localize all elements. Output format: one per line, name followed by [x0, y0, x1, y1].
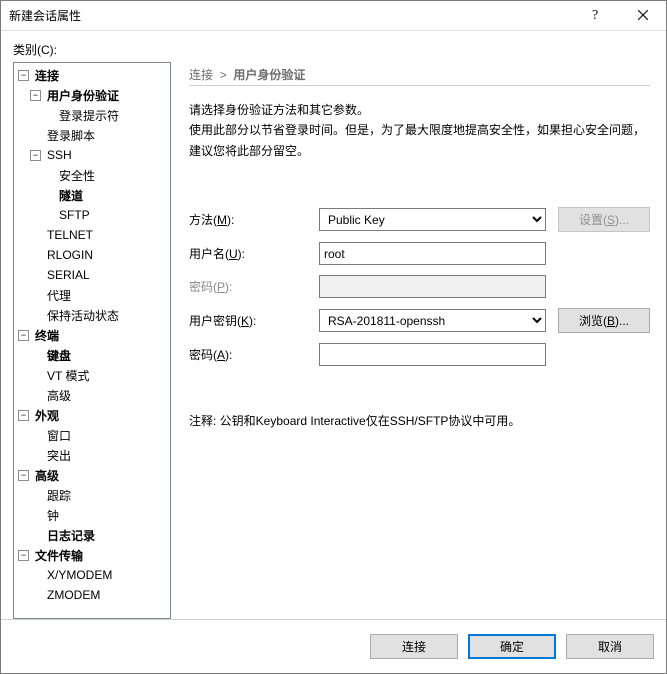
- userkey-label: 用户密钥(K):: [189, 312, 319, 329]
- tree-node-login-script[interactable]: 登录脚本: [28, 125, 170, 145]
- passphrase-label: 密码(A):: [189, 346, 319, 363]
- tree-node-highlight[interactable]: 突出: [28, 445, 170, 465]
- tree-node-serial[interactable]: SERIAL: [28, 265, 170, 285]
- tree-node-sftp[interactable]: SFTP: [40, 205, 170, 225]
- breadcrumb: 连接 > 用户身份验证: [189, 62, 650, 86]
- tree-node-terminal[interactable]: −终端: [16, 325, 170, 345]
- tree-node-telnet[interactable]: TELNET: [28, 225, 170, 245]
- browse-button[interactable]: 浏览(B)...: [558, 308, 650, 333]
- content-pane: 连接 > 用户身份验证 请选择身份验证方法和其它参数。 使用此部分以节省登录时间…: [171, 62, 654, 619]
- passphrase-input[interactable]: [319, 343, 546, 366]
- tree-node-login-prompt[interactable]: 登录提示符: [40, 105, 170, 125]
- tree-node-filetransfer[interactable]: −文件传输: [16, 545, 170, 565]
- tree-node-term-advanced[interactable]: 高级: [28, 385, 170, 405]
- dialog-window: 新建会话属性 ? 类别(C): −连接: [0, 0, 667, 674]
- tree-collapse-icon[interactable]: −: [18, 330, 29, 341]
- help-icon: ?: [592, 7, 602, 24]
- tree-node-bell[interactable]: 钟: [28, 505, 170, 525]
- tree-node-rlogin[interactable]: RLOGIN: [28, 245, 170, 265]
- tree-node-logging[interactable]: 日志记录: [28, 525, 170, 545]
- tree-collapse-icon[interactable]: −: [18, 70, 29, 81]
- tree-collapse-icon[interactable]: −: [18, 550, 29, 561]
- tree-collapse-icon[interactable]: −: [30, 90, 41, 101]
- tree-node-user-auth[interactable]: −用户身份验证: [28, 85, 170, 105]
- tree-node-trace[interactable]: 跟踪: [28, 485, 170, 505]
- ok-button[interactable]: 确定: [468, 634, 556, 659]
- tree-node-ssh[interactable]: −SSH: [28, 145, 170, 165]
- tree-node-tunnel[interactable]: 隧道: [40, 185, 170, 205]
- tree-node-vtmode[interactable]: VT 模式: [28, 365, 170, 385]
- tree-collapse-icon[interactable]: −: [18, 470, 29, 481]
- tree-node-connection[interactable]: −连接: [16, 65, 170, 85]
- password-label: 密码(P):: [189, 278, 319, 295]
- tree-node-proxy[interactable]: 代理: [28, 285, 170, 305]
- dialog-footer: 连接 确定 取消: [1, 619, 666, 673]
- help-button[interactable]: ?: [574, 1, 620, 31]
- window-title: 新建会话属性: [9, 7, 81, 24]
- method-select[interactable]: Public Key: [319, 208, 546, 231]
- category-tree[interactable]: −连接 −用户身份验证 登录提示符 登录脚本 −SSH 安全性: [13, 62, 171, 619]
- connect-button[interactable]: 连接: [370, 634, 458, 659]
- tree-node-keyboard[interactable]: 键盘: [28, 345, 170, 365]
- tree-node-appearance[interactable]: −外观: [16, 405, 170, 425]
- tree-node-appearance-window[interactable]: 窗口: [28, 425, 170, 445]
- username-label: 用户名(U):: [189, 245, 319, 262]
- title-bar: 新建会话属性 ?: [1, 1, 666, 31]
- tree-node-security[interactable]: 安全性: [40, 165, 170, 185]
- category-label: 类别(C):: [13, 41, 654, 58]
- tree-collapse-icon[interactable]: −: [18, 410, 29, 421]
- description-text: 请选择身份验证方法和其它参数。 使用此部分以节省登录时间。但是，为了最大限度地提…: [189, 100, 650, 161]
- svg-text:?: ?: [592, 8, 598, 21]
- settings-button: 设置(S)...: [558, 207, 650, 232]
- username-input[interactable]: [319, 242, 546, 265]
- close-button[interactable]: [620, 1, 666, 31]
- tree-node-zmodem[interactable]: ZMODEM: [28, 585, 170, 605]
- cancel-button[interactable]: 取消: [566, 634, 654, 659]
- tree-collapse-icon[interactable]: −: [30, 150, 41, 161]
- note-text: 注释: 公钥和Keyboard Interactive仅在SSH/SFTP协议中…: [189, 412, 650, 429]
- password-input: [319, 275, 546, 298]
- method-label: 方法(M):: [189, 211, 319, 228]
- tree-node-xymodem[interactable]: X/YMODEM: [28, 565, 170, 585]
- tree-node-advanced[interactable]: −高级: [16, 465, 170, 485]
- close-icon: [638, 9, 648, 23]
- tree-node-keepalive[interactable]: 保持活动状态: [28, 305, 170, 325]
- userkey-select[interactable]: RSA-201811-openssh: [319, 309, 546, 332]
